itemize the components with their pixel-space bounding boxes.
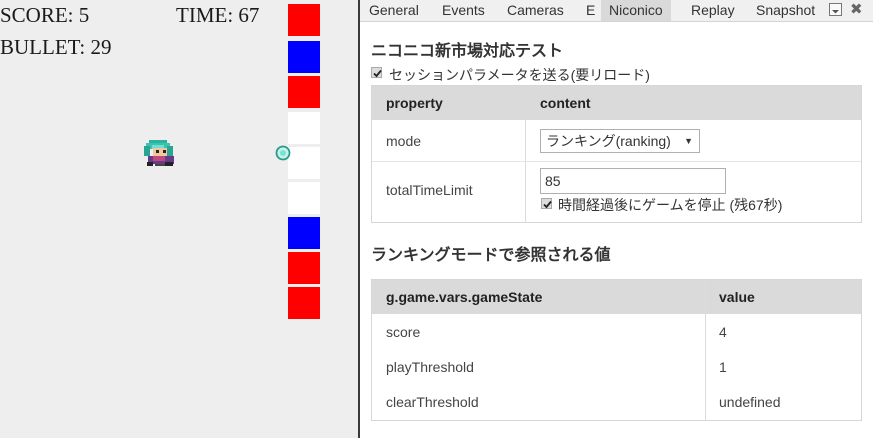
tab-events[interactable]: Events xyxy=(442,0,485,21)
block-white xyxy=(288,182,320,214)
header-property: property xyxy=(386,95,443,111)
tab-overflow-button[interactable] xyxy=(829,3,842,16)
state-value-play-threshold: 1 xyxy=(719,359,727,375)
state-key-play-threshold: playThreshold xyxy=(386,359,474,375)
block-red xyxy=(288,252,320,284)
state-key-score: score xyxy=(386,324,421,340)
tab-bar: General Events Cameras E Niconico Replay… xyxy=(360,0,873,22)
bullet-display: BULLET: 29 xyxy=(0,35,112,59)
tab-cameras[interactable]: Cameras xyxy=(507,0,564,21)
mode-label: mode xyxy=(386,133,422,149)
tab-replay[interactable]: Replay xyxy=(691,0,735,21)
time-limit-input[interactable]: 85 xyxy=(540,168,726,194)
game-state-table: g.game.vars.gameState value score 4 play… xyxy=(371,279,862,421)
header-content: content xyxy=(540,95,591,111)
block-white xyxy=(288,147,320,179)
state-key-clear-threshold: clearThreshold xyxy=(386,394,479,410)
bullet-icon xyxy=(275,145,291,161)
score-display: SCORE: 5 xyxy=(0,3,90,27)
chevron-down-icon xyxy=(832,10,839,14)
checkmark-icon xyxy=(543,200,552,209)
header-value: value xyxy=(719,289,755,305)
game-canvas[interactable]: SCORE: 5 TIME: 67 BULLET: 29 xyxy=(0,0,358,438)
time-display: TIME: 67 xyxy=(176,3,260,27)
player-character-icon xyxy=(144,140,174,166)
column-divider xyxy=(525,86,526,222)
chevron-down-icon: ▼ xyxy=(684,136,693,146)
params-table: property content mode ランキング(ranking) ▼ t… xyxy=(371,85,862,223)
state-value-score: 4 xyxy=(719,324,727,340)
time-limit-label: totalTimeLimit xyxy=(386,182,473,198)
block-red xyxy=(288,76,320,108)
table-header xyxy=(372,86,861,120)
devtools-panel: General Events Cameras E Niconico Replay… xyxy=(360,0,873,438)
header-key: g.game.vars.gameState xyxy=(386,289,543,305)
tab-e[interactable]: E xyxy=(586,0,595,21)
stop-game-label: 時間経過後にゲームを停止 (残67秒) xyxy=(558,197,783,213)
stop-game-checkbox[interactable] xyxy=(541,198,552,209)
session-param-label: セッションパラメータを送る(要リロード) xyxy=(389,67,650,83)
session-param-checkbox[interactable] xyxy=(371,67,382,78)
tab-niconico[interactable]: Niconico xyxy=(601,0,671,21)
panel-title: ニコニコ新市場対応テスト xyxy=(371,43,564,60)
column-divider xyxy=(705,280,706,420)
block-red xyxy=(288,287,320,319)
block-white xyxy=(288,112,320,144)
ranking-values-heading: ランキングモードで参照される値 xyxy=(371,247,611,264)
block-blue xyxy=(288,217,320,249)
checkmark-icon xyxy=(373,69,382,78)
tab-snapshot[interactable]: Snapshot xyxy=(756,0,815,21)
close-icon[interactable]: ✖ xyxy=(850,2,863,17)
block-blue xyxy=(288,41,320,73)
row-divider xyxy=(372,161,861,162)
mode-select-value: ランキング(ranking) xyxy=(546,133,671,149)
state-value-clear-threshold: undefined xyxy=(719,394,781,410)
mode-select[interactable]: ランキング(ranking) ▼ xyxy=(540,129,700,153)
tab-general[interactable]: General xyxy=(369,0,419,21)
block-red xyxy=(288,4,320,36)
